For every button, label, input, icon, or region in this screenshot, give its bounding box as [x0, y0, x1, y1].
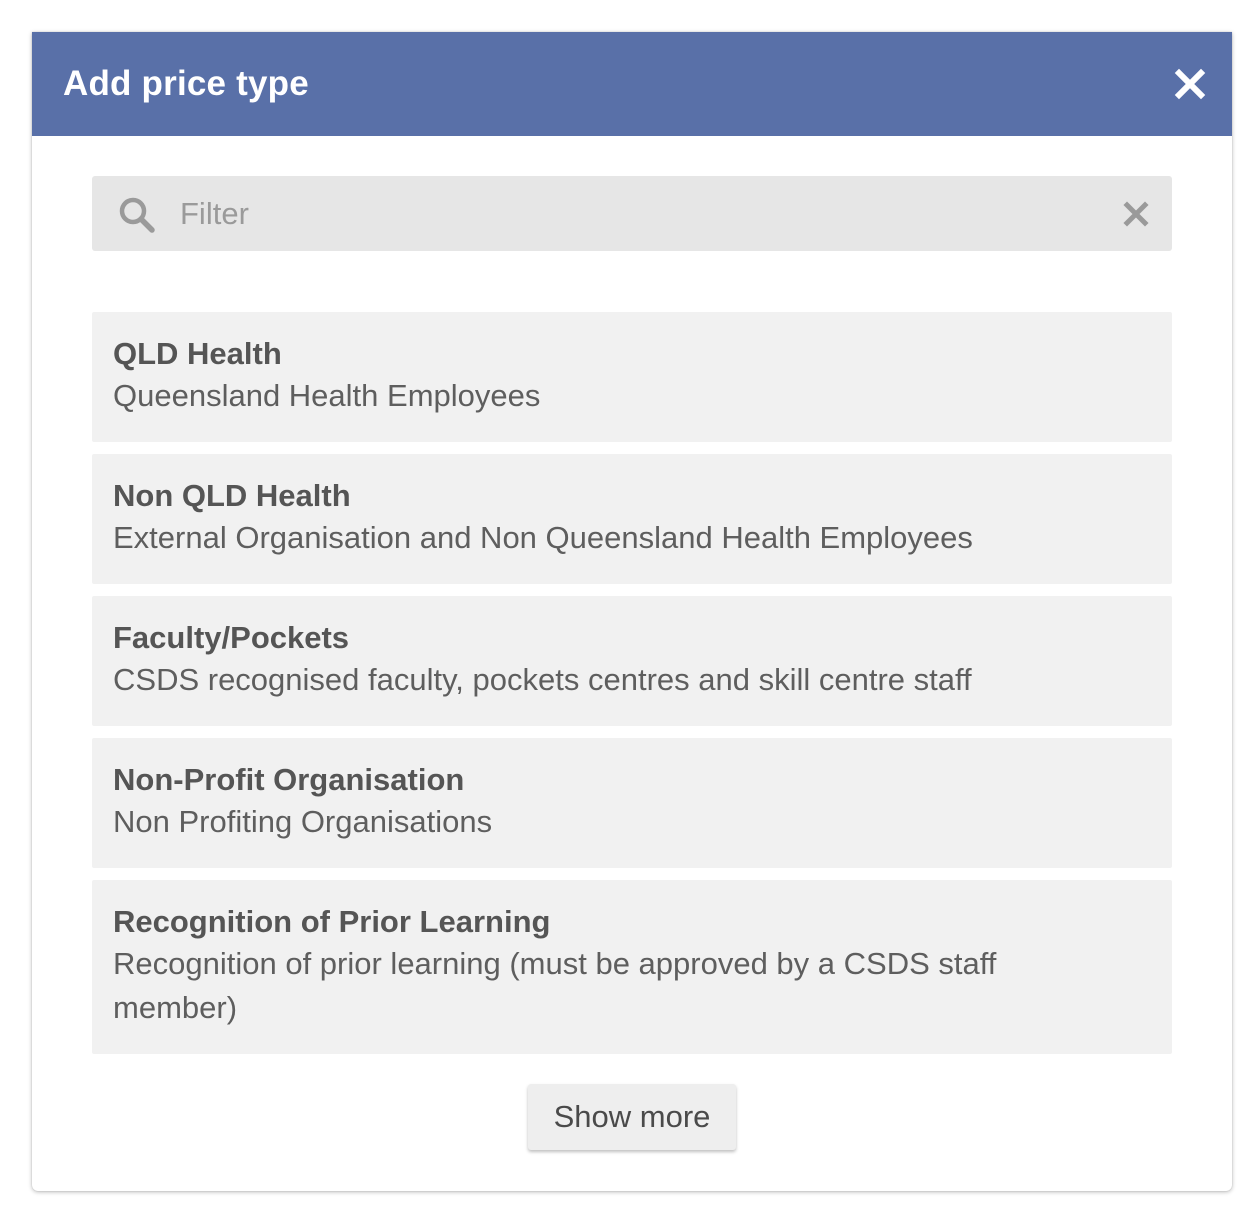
dialog-title: Add price type	[63, 64, 309, 103]
price-type-item[interactable]: Faculty/Pockets CSDS recognised faculty,…	[92, 596, 1172, 726]
filter-box	[92, 176, 1172, 251]
price-type-description: Recognition of prior learning (must be a…	[113, 946, 997, 1025]
price-type-name: Recognition of Prior Learning	[113, 904, 551, 939]
price-type-name: Non QLD Health	[113, 478, 351, 513]
price-type-item[interactable]: Non QLD Health External Organisation and…	[92, 454, 1172, 584]
close-button[interactable]	[1170, 64, 1210, 104]
filter-input[interactable]	[180, 188, 1080, 240]
price-type-item[interactable]: Non-Profit Organisation Non Profiting Or…	[92, 738, 1172, 868]
clear-icon[interactable]	[1122, 200, 1150, 228]
price-type-description: Non Profiting Organisations	[113, 804, 493, 839]
show-more-button[interactable]: Show more	[528, 1084, 736, 1150]
price-type-description: Queensland Health Employees	[113, 378, 541, 413]
price-type-description: CSDS recognised faculty, pockets centres…	[113, 662, 972, 697]
close-icon	[1174, 68, 1206, 100]
search-icon	[119, 197, 155, 233]
price-type-list: QLD Health Queensland Health Employees N…	[92, 312, 1172, 1066]
price-type-item[interactable]: QLD Health Queensland Health Employees	[92, 312, 1172, 442]
price-type-item[interactable]: Recognition of Prior Learning Recognitio…	[92, 880, 1172, 1054]
add-price-type-dialog: Add price type QLD Health Queensland Hea…	[32, 32, 1232, 1191]
dialog-header: Add price type	[32, 32, 1232, 136]
price-type-name: Non-Profit Organisation	[113, 762, 465, 797]
price-type-description: External Organisation and Non Queensland…	[113, 520, 973, 555]
price-type-name: QLD Health	[113, 336, 282, 371]
price-type-name: Faculty/Pockets	[113, 620, 350, 655]
